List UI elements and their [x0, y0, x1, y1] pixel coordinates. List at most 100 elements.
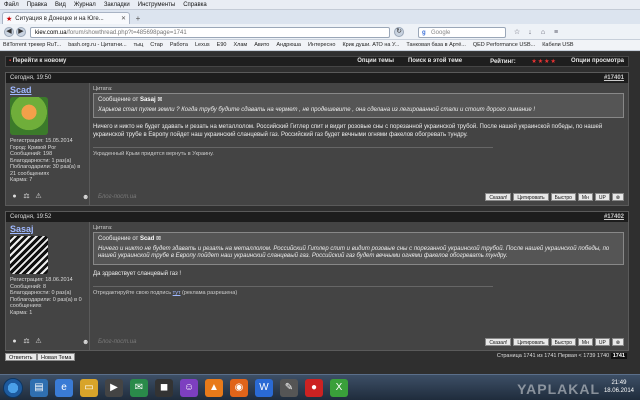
view-options-menu[interactable]: Опции просмотра [571, 58, 624, 65]
url-host: kiev.com.ua [35, 30, 67, 36]
bookmark-item[interactable]: Lexus [195, 42, 210, 48]
reputation-icon[interactable]: ⚖ [22, 192, 31, 201]
signature-link[interactable]: тут [173, 290, 181, 296]
reputation-icon[interactable]: ⚖ [22, 337, 31, 346]
quote-block: Сообщение от Scad ⊠ Ничего и никто не бу… [93, 232, 624, 265]
bookmark-item[interactable]: Хлам [233, 42, 247, 48]
thanks-button[interactable]: Сказал! [485, 193, 512, 201]
new-tab-button[interactable]: + [133, 14, 143, 23]
bookmark-item[interactable]: Интересно [308, 42, 335, 48]
bookmark-item[interactable]: Авито [254, 42, 269, 48]
menu-history[interactable]: Журнал [74, 2, 96, 8]
multi-quote-button[interactable]: Мн [577, 338, 593, 346]
post-number[interactable]: #17401 [604, 75, 624, 81]
folder-icon[interactable]: ▭ [80, 379, 98, 397]
user-action-icons: ● ⚖ ⚠ [10, 192, 46, 201]
reply-button[interactable]: Ответить [5, 353, 37, 361]
report-icon[interactable]: ⚠ [34, 192, 43, 201]
home-icon[interactable]: ⌂ [538, 28, 548, 37]
bookmark-item[interactable]: Кабели USB [542, 42, 573, 48]
karma-icon[interactable]: ☻ [82, 194, 89, 201]
up-button[interactable]: UP [594, 193, 610, 201]
thread-options: Опции темы Поиск в этой теме Рейтинг: ★★… [343, 58, 624, 65]
menu-file[interactable]: Файл [4, 2, 19, 8]
menu-edit[interactable]: Правка [27, 2, 47, 8]
chat-icon[interactable]: ☺ [180, 379, 198, 397]
bookmark-item[interactable]: Стар [150, 42, 163, 48]
forum-post: Сегодня, 19:52 #17402 Sasaj Регистрация:… [5, 211, 629, 351]
tool-icon[interactable]: ✎ [280, 379, 298, 397]
bookmark-item[interactable]: BitTorrent трекер RuT... [3, 42, 61, 48]
quote-button[interactable]: Цитировать [513, 338, 549, 346]
up-button[interactable]: UP [594, 338, 610, 346]
start-button[interactable] [3, 378, 23, 398]
user-stat: Карма: 7 [10, 177, 33, 183]
url-field[interactable]: kiev.com.ua/forum/showthread.php?t=48569… [30, 27, 390, 38]
tab-active[interactable]: ★ Ситуация в Донецке и на Юге... ✕ [2, 12, 130, 24]
pagination-text[interactable]: Страница 1741 из 1741 Первая < 1739 1740 [497, 353, 609, 359]
word-icon[interactable]: W [255, 379, 273, 397]
explorer-icon[interactable]: ▤ [30, 379, 48, 397]
thread-search-menu[interactable]: Поиск в этой теме [408, 58, 462, 65]
bookmark-item[interactable]: Танковая база в Артё... [406, 42, 466, 48]
report-icon[interactable]: ⚠ [34, 337, 43, 346]
quote-author: Сообщение от Scad ⊠ [98, 236, 619, 244]
online-status-icon: ● [12, 338, 17, 345]
post-date: Сегодня, 19:52 [10, 214, 52, 220]
close-tab-icon[interactable]: ✕ [121, 15, 126, 22]
jump-to-new-link[interactable]: ▪ Перейти к новому [9, 58, 66, 64]
bookmark-item[interactable]: Крик души. АТО на У... [342, 42, 399, 48]
forum-page: ▪ Перейти к новому Опции темы Поиск в эт… [0, 52, 640, 374]
bookmark-item[interactable]: QED Performance USB... [473, 42, 535, 48]
firefox-icon[interactable]: ◉ [230, 379, 248, 397]
download-icon[interactable]: ↓ [525, 28, 535, 37]
bookmark-item[interactable]: E90 [217, 42, 227, 48]
post-number[interactable]: #17402 [604, 214, 624, 220]
menu-icon[interactable]: ≡ [551, 28, 561, 37]
view-post-icon[interactable]: ⊠ [156, 236, 161, 242]
taskbar-icons: ▤ e ▭ ▶ ✉ ◼ ☺ ▲ ◉ W ✎ ● X [30, 379, 355, 397]
bookmark-star-icon[interactable]: ☆ [512, 28, 522, 37]
taskbar: ▤ e ▭ ▶ ✉ ◼ ☺ ▲ ◉ W ✎ ● X YAPLAKAL 21:49… [0, 374, 640, 400]
task-icon[interactable]: ◼ [155, 379, 173, 397]
media-player-icon[interactable]: ▶ [105, 379, 123, 397]
post-text: Да здравствует сланцевый газ ! [93, 270, 182, 277]
rating-label: Рейтинг: [490, 59, 516, 65]
menu-bar: Файл Правка Вид Журнал Закладки Инструме… [0, 0, 640, 10]
karma-icon[interactable]: ☻ [82, 339, 89, 346]
media-icon[interactable]: ● [305, 379, 323, 397]
quick-reply-button[interactable]: Быстро [550, 193, 576, 201]
menu-tools[interactable]: Инструменты [138, 2, 175, 8]
rating-stars[interactable]: ★★★★ [531, 59, 557, 65]
username-link[interactable]: Sasaj [10, 224, 85, 234]
username-link[interactable]: Scad [10, 85, 85, 95]
menu-bookmarks[interactable]: Закладки [104, 2, 130, 8]
report-button[interactable]: ⊗ [611, 193, 624, 201]
menu-view[interactable]: Вид [55, 2, 66, 8]
reload-icon[interactable]: ↻ [394, 27, 404, 37]
view-post-icon[interactable]: ⊠ [157, 97, 162, 103]
signature: Отредактируйте свою подпись тут (реклама… [93, 286, 493, 296]
bookmark-item[interactable]: Андрюша [276, 42, 301, 48]
report-button[interactable]: ⊗ [611, 338, 624, 346]
bookmark-item[interactable]: тыц [134, 42, 144, 48]
excel-icon[interactable]: X [330, 379, 348, 397]
new-thread-button[interactable]: Новая Тема [37, 353, 76, 361]
app-icon[interactable]: ✉ [130, 379, 148, 397]
bookmarks-bar: BitTorrent трекер RuT... bash.org.ru - Ц… [0, 40, 640, 51]
toolbar-icons: ☆ ↓ ⌂ ≡ [512, 28, 564, 37]
thread-options-menu[interactable]: Опции темы [357, 58, 394, 65]
vlc-icon[interactable]: ▲ [205, 379, 223, 397]
menu-help[interactable]: Справка [183, 2, 207, 8]
bookmark-item[interactable]: Работа [170, 42, 188, 48]
quote-button[interactable]: Цитировать [513, 193, 549, 201]
system-clock[interactable]: 21:49 18.06.2014 [604, 379, 634, 395]
back-icon[interactable]: ◀ [4, 27, 14, 37]
thanks-button[interactable]: Сказал! [485, 338, 512, 346]
bookmark-item[interactable]: bash.org.ru - Цитатни... [68, 42, 126, 48]
search-input[interactable]: g Google [418, 27, 506, 38]
forward-icon[interactable]: ▶ [16, 27, 26, 37]
quick-reply-button[interactable]: Быстро [550, 338, 576, 346]
ie-icon[interactable]: e [55, 379, 73, 397]
multi-quote-button[interactable]: Мн [577, 193, 593, 201]
